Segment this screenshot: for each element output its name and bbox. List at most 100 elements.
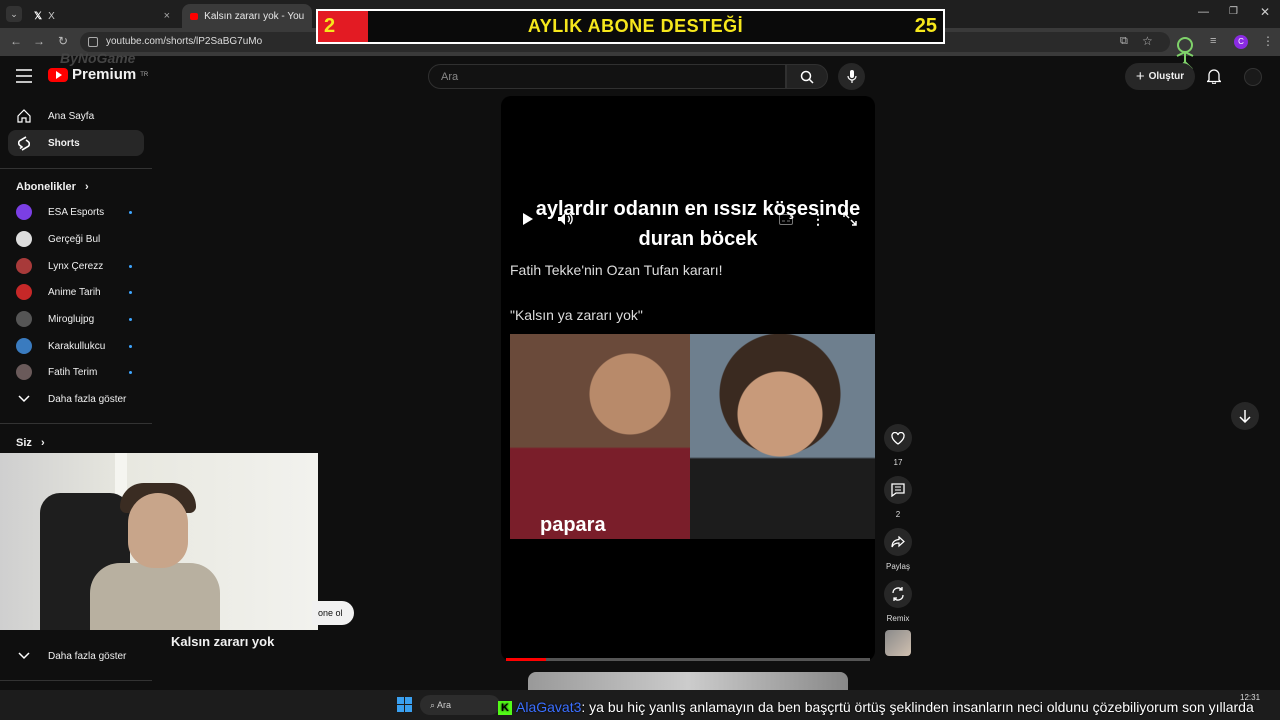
video-photo: papara — [510, 334, 875, 539]
like-count: 17 — [893, 458, 903, 467]
x-logo-icon: 𝕏 — [34, 10, 43, 22]
sidebar-sub-esa-esports[interactable]: ESA Esports — [8, 199, 144, 225]
chevron-down-icon — [16, 391, 32, 407]
new-content-dot — [129, 371, 132, 374]
show-more-subscriptions[interactable]: Daha fazla göster — [8, 386, 144, 412]
new-content-dot — [129, 265, 132, 268]
remix-button[interactable] — [884, 580, 912, 608]
hamburger-menu-icon[interactable] — [16, 69, 32, 83]
forward-icon[interactable]: → — [33, 34, 45, 48]
sidebar-sub-miroglujpg[interactable]: Miroglujpg — [8, 306, 144, 332]
tab-youtube[interactable]: Kalsın zararı yok - YouTube — [182, 4, 312, 28]
next-short-button[interactable] — [1231, 402, 1259, 430]
channel-avatar — [16, 284, 32, 300]
tab-close-icon[interactable]: × — [164, 10, 170, 22]
sidebar-item-home[interactable]: Ana Sayfa — [8, 103, 144, 129]
sidebar-item-label: Miroglujpg — [48, 313, 95, 325]
browser-menu-icon[interactable]: ⋮ — [1262, 34, 1274, 48]
new-content-dot — [129, 318, 132, 321]
arrow-down-icon — [1239, 410, 1251, 423]
channel-avatar — [16, 364, 32, 380]
remix-icon — [892, 587, 904, 601]
youtube-favicon-icon — [190, 12, 199, 20]
sidebar-sub-karakullukcu[interactable]: Karakullukcu — [8, 333, 144, 359]
bookmark-star-icon[interactable]: ☆ — [1142, 34, 1153, 48]
back-icon[interactable]: ← — [10, 34, 22, 48]
coach-figure — [690, 334, 875, 539]
comment-icon — [891, 483, 905, 497]
sidebar-sub-fatih-terim[interactable]: Fatih Terim — [8, 359, 144, 385]
subscriptions-heading[interactable]: Abonelikler › — [16, 181, 89, 193]
channel-avatar — [16, 311, 32, 327]
channel-avatar — [16, 338, 32, 354]
sidebar-item-shorts[interactable]: Shorts — [8, 130, 144, 156]
reload-icon[interactable]: ↻ — [58, 34, 68, 48]
new-content-dot — [129, 291, 132, 294]
video-progress-bar[interactable] — [506, 658, 870, 661]
streamer-shirt — [90, 563, 220, 630]
banner-left-number: 2 — [318, 11, 368, 42]
next-short-preview[interactable] — [528, 672, 848, 690]
share-button[interactable] — [884, 528, 912, 556]
home-icon — [16, 108, 32, 124]
taskbar-search-label: Ara — [437, 700, 452, 710]
sidebar-divider — [0, 680, 152, 681]
microphone-icon — [846, 69, 857, 83]
like-button[interactable] — [884, 424, 912, 452]
install-app-icon[interactable]: ⧉ — [1120, 35, 1128, 48]
window-minimize-icon[interactable]: — — [1198, 6, 1209, 18]
comment-button[interactable] — [884, 476, 912, 504]
sidebar-item-label: ESA Esports — [48, 206, 105, 218]
media-control-icon[interactable]: ≡ — [1210, 35, 1216, 47]
sidebar-sub-gercegi-bul[interactable]: Gerçeği Bul — [8, 226, 144, 252]
youtube-play-logo-icon — [48, 67, 68, 82]
heart-icon — [891, 431, 905, 445]
voice-search-button[interactable] — [838, 63, 865, 90]
create-label: Oluştur — [1148, 71, 1185, 82]
chevron-down-icon — [16, 648, 32, 664]
banner-title: AYLIK ABONE DESTEĞİ — [527, 16, 744, 36]
you-heading[interactable]: Siz › — [16, 437, 45, 449]
share-icon — [891, 536, 905, 548]
banner-right-number: 25 — [914, 15, 937, 37]
profile-avatar[interactable]: C — [1234, 35, 1248, 49]
show-more-you[interactable]: Daha fazla göster — [8, 643, 144, 669]
create-button[interactable]: + Oluştur — [1125, 63, 1195, 90]
comment-count: 2 — [895, 510, 901, 519]
sidebar-item-label: Fatih Terim — [48, 366, 98, 378]
shorts-icon — [16, 135, 32, 151]
chat-username: AlaGavat3 — [516, 699, 582, 715]
sidebar-item-label: Shorts — [48, 137, 80, 149]
search-input[interactable]: Ara — [428, 64, 786, 89]
sidebar-item-label: Daha fazla göster — [48, 393, 127, 405]
subscribe-button[interactable]: one ol — [312, 601, 354, 625]
sound-thumbnail[interactable] — [885, 630, 911, 656]
channel-avatar — [16, 204, 32, 220]
shorts-video-player[interactable]: ⋮ aylardır odanın en ıssız köşesinde dur… — [501, 96, 875, 661]
logo-region: TR — [140, 71, 149, 78]
chat-message: : ya bu hiç yanlış anlamayın da ben başç… — [581, 699, 1254, 715]
youtube-logo[interactable]: Premium TR — [48, 66, 148, 83]
chevron-right-icon: › — [84, 181, 89, 193]
window-close-icon[interactable]: ✕ — [1260, 5, 1270, 19]
sidebar-item-label: Ana Sayfa — [48, 110, 95, 122]
windows-start-icon[interactable] — [397, 697, 412, 712]
window-restore-icon[interactable]: ❐ — [1229, 6, 1238, 17]
site-info-icon[interactable] — [88, 37, 98, 47]
taskbar-search[interactable]: ⌕ Ara — [420, 695, 500, 715]
notifications-bell-icon[interactable] — [1207, 68, 1221, 84]
search-button[interactable] — [786, 64, 828, 89]
tab-search-button[interactable]: ⌄ — [6, 6, 22, 22]
account-avatar[interactable] — [1244, 68, 1262, 86]
url-text: youtube.com/shorts/lP2SaBG7uMo — [106, 36, 263, 47]
you-title: Siz — [16, 437, 32, 449]
sidebar-divider — [0, 168, 152, 169]
sidebar-sub-anime-tarih[interactable]: Anime Tarih — [8, 279, 144, 305]
streamer-webcam — [0, 453, 318, 630]
sidebar-item-label: Gerçeği Bul — [48, 233, 101, 245]
channel-avatar — [16, 231, 32, 247]
sidebar-sub-lynx-cerezz[interactable]: Lynx Çerezz — [8, 253, 144, 279]
chevron-right-icon: › — [40, 437, 45, 449]
new-content-dot — [129, 211, 132, 214]
tab-x[interactable]: 𝕏 X × — [26, 4, 178, 28]
